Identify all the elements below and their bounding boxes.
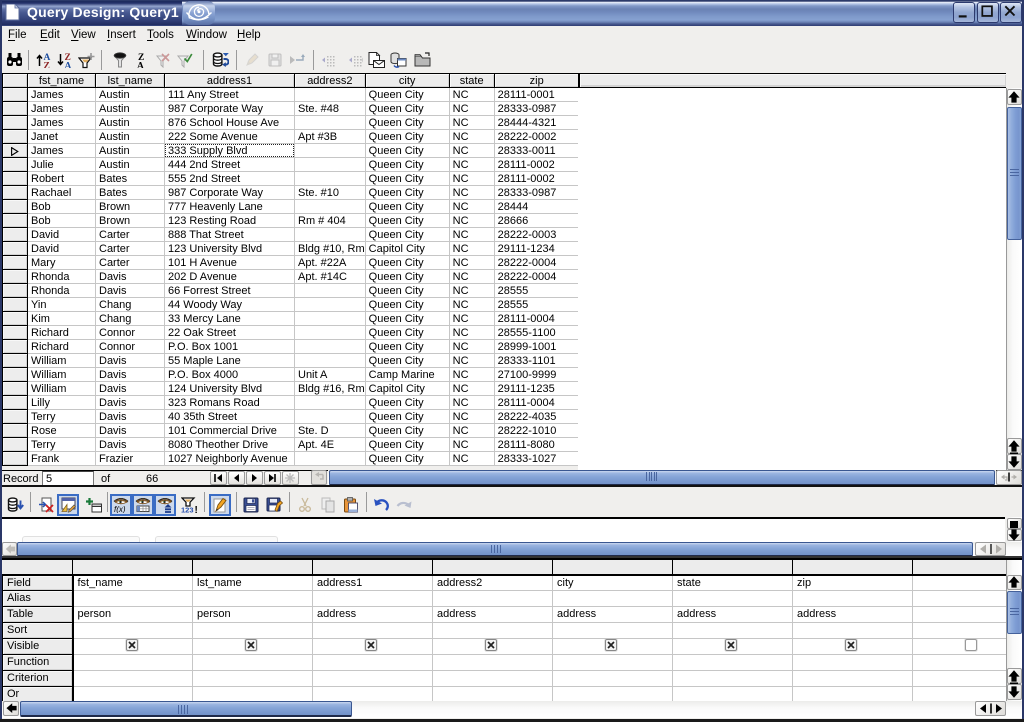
svg-text:123: 123	[181, 506, 194, 515]
svg-text:f(x): f(x)	[114, 505, 126, 513]
svg-text:!: !	[195, 505, 198, 514]
svg-text:A: A	[137, 62, 144, 69]
svg-text:Z: Z	[44, 62, 50, 69]
svg-text:A: A	[65, 62, 72, 69]
